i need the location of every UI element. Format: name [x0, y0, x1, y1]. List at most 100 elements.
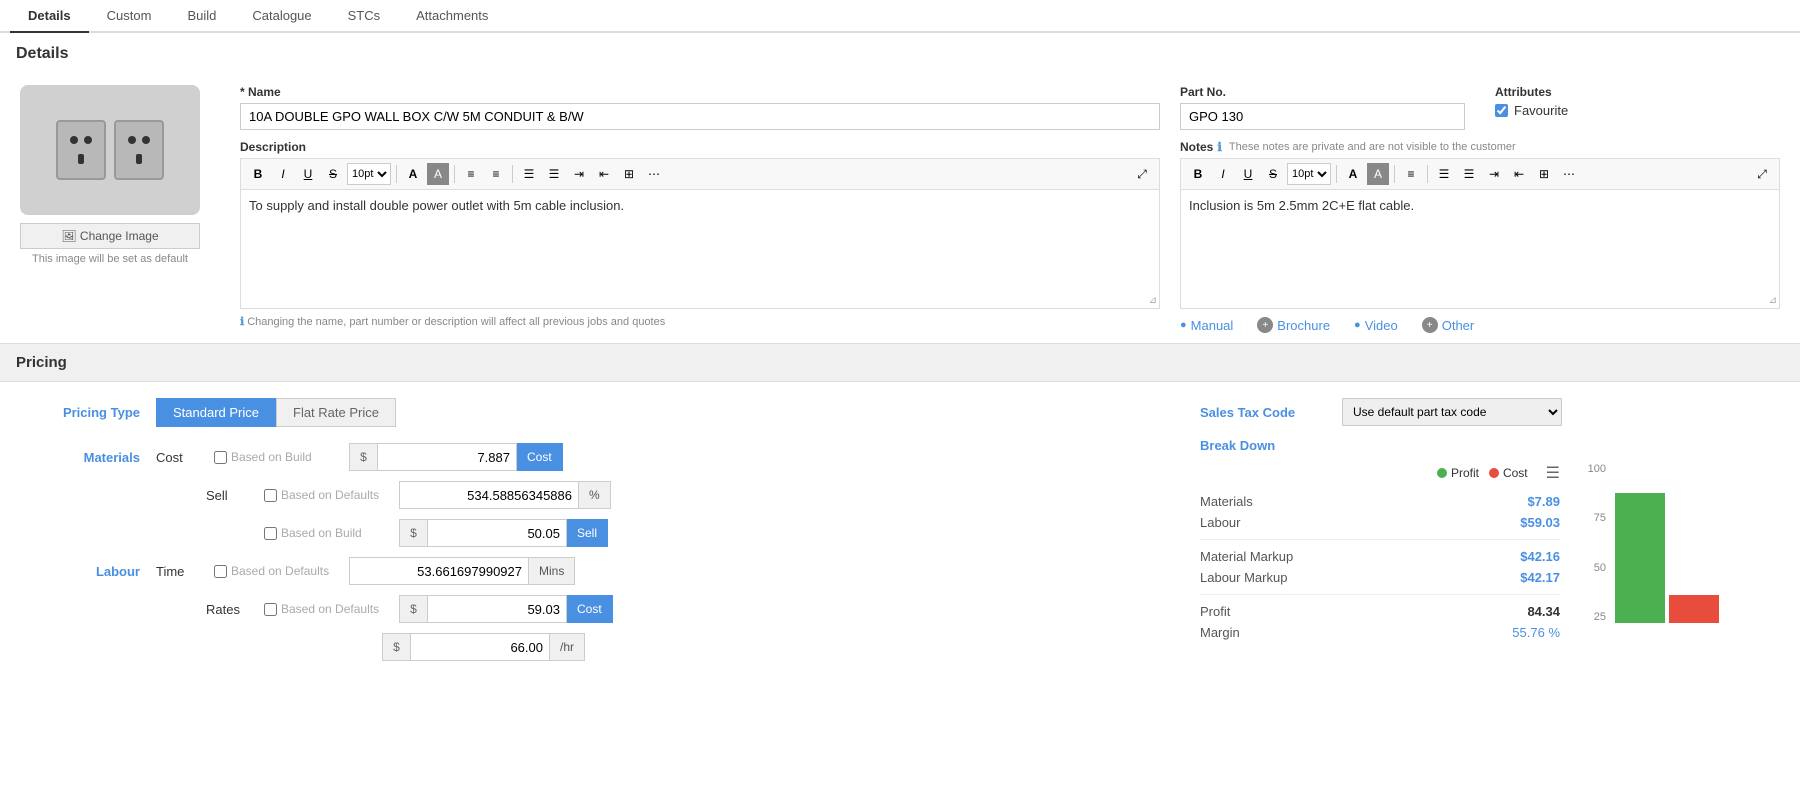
tab-attachments[interactable]: Attachments [398, 0, 506, 31]
time-value-input[interactable] [349, 557, 529, 585]
notes-indent-button[interactable]: ⇥ [1483, 163, 1505, 185]
breakdown-materials-row: Materials $7.89 [1200, 491, 1560, 512]
mins-button[interactable]: Mins [529, 557, 575, 585]
sell-based-on-defaults-checkbox[interactable] [264, 489, 277, 502]
underline-button[interactable]: U [297, 163, 319, 185]
notes-table-button[interactable]: ⊞ [1533, 163, 1555, 185]
strikethrough-button[interactable]: S [322, 163, 344, 185]
sell-button[interactable]: Sell [567, 519, 608, 547]
cost-based-on-build-checkbox[interactable] [214, 451, 227, 464]
notes-expand-button[interactable]: ⤢ [1751, 163, 1773, 185]
rates-dollar-prefix: $ [399, 595, 427, 623]
outdent-button[interactable]: ⇤ [593, 163, 615, 185]
tab-details[interactable]: Details [10, 0, 89, 33]
sell-value-input[interactable] [399, 481, 579, 509]
notes-resize-handle[interactable]: ⊿ [1769, 295, 1777, 306]
description-editor[interactable]: To supply and install double power outle… [240, 189, 1160, 309]
tab-catalogue[interactable]: Catalogue [234, 0, 329, 31]
notes-font-color-button[interactable]: A [1342, 163, 1364, 185]
notes-font-size-select[interactable]: 10pt [1287, 163, 1331, 185]
other-link-text[interactable]: Other [1442, 318, 1475, 333]
part-no-input[interactable] [1180, 103, 1465, 130]
tab-custom[interactable]: Custom [89, 0, 170, 31]
cost-dollar-prefix: $ [349, 443, 377, 471]
time-based-on-defaults-checkbox[interactable] [214, 565, 227, 578]
notes-strikethrough-button[interactable]: S [1262, 163, 1284, 185]
notes-bg-color-button[interactable]: A [1367, 163, 1389, 185]
notes-align-button[interactable]: ≡ [1400, 163, 1422, 185]
indent-button[interactable]: ⇥ [568, 163, 590, 185]
brochure-link[interactable]: + Brochure [1257, 317, 1330, 333]
profit-legend-dot [1437, 468, 1447, 478]
video-link-text[interactable]: Video [1365, 318, 1398, 333]
rates-value-input[interactable] [427, 595, 567, 623]
chart-container: 100 75 50 25 [1580, 463, 1780, 623]
notes-toolbar: B I U S 10pt A A ≡ ☰ ☰ ⇥ ⇤ ⊞ ⋯ ⤢ [1180, 158, 1780, 189]
notes-outdent-button[interactable]: ⇤ [1508, 163, 1530, 185]
flat-rate-price-button[interactable]: Flat Rate Price [276, 398, 396, 427]
breakdown-label: Break Down [1200, 438, 1780, 453]
video-link[interactable]: ● Video [1354, 318, 1398, 333]
tab-stcs[interactable]: STCs [330, 0, 399, 31]
notes-editor[interactable]: Inclusion is 5m 2.5mm 2C+E flat cable. ⊿ [1180, 189, 1780, 309]
pricing-type-label: Pricing Type [20, 405, 140, 420]
ol-button[interactable]: ☰ [543, 163, 565, 185]
font-color-button[interactable]: A [402, 163, 424, 185]
breakdown-table: Profit Cost ☰ Materials $7.89 Labour $59… [1200, 463, 1560, 643]
notes-more-button[interactable]: ⋯ [1558, 163, 1580, 185]
sell-suffix-button[interactable]: % [579, 481, 611, 509]
tab-build[interactable]: Build [169, 0, 234, 31]
table-button[interactable]: ⊞ [618, 163, 640, 185]
bold-button[interactable]: B [247, 163, 269, 185]
bg-color-button[interactable]: A [427, 163, 449, 185]
brochure-link-text[interactable]: Brochure [1277, 318, 1330, 333]
expand-button[interactable]: ⤢ [1131, 163, 1153, 185]
breakdown-menu-icon[interactable]: ☰ [1546, 463, 1560, 483]
attributes-section: Attributes Favourite [1495, 85, 1780, 130]
standard-price-button[interactable]: Standard Price [156, 398, 276, 427]
materials-cost-row: Materials Cost Based on Build $ Cost [20, 443, 1160, 471]
notes-bold-button[interactable]: B [1187, 163, 1209, 185]
rates-based-on-text: Based on Defaults [281, 602, 391, 616]
pricing-content: Pricing Type Standard Price Flat Rate Pr… [0, 382, 1800, 687]
sales-tax-select[interactable]: Use default part tax code [1342, 398, 1562, 426]
profit-legend: Profit [1437, 466, 1479, 480]
description-text: To supply and install double power outle… [249, 198, 1151, 213]
notes-ul-button[interactable]: ☰ [1433, 163, 1455, 185]
more-button[interactable]: ⋯ [643, 163, 665, 185]
time-based-on-text: Based on Defaults [231, 564, 341, 578]
image-default-note: This image will be set as default [20, 253, 200, 265]
rates-cost-button[interactable]: Cost [567, 595, 613, 623]
favourite-checkbox[interactable] [1495, 104, 1508, 117]
ul-button[interactable]: ☰ [518, 163, 540, 185]
cost-value-input[interactable] [377, 443, 517, 471]
rates-hr-value-input[interactable] [410, 633, 550, 661]
notes-italic-button[interactable]: I [1212, 163, 1234, 185]
other-link[interactable]: + Other [1422, 317, 1475, 333]
breakdown-materials-value: $7.89 [1527, 494, 1560, 509]
cost-button[interactable]: Cost [517, 443, 563, 471]
change-image-button[interactable]: 🖼 Change Image [20, 223, 200, 249]
notes-underline-button[interactable]: U [1237, 163, 1259, 185]
brochure-add-icon[interactable]: + [1257, 317, 1273, 333]
chart-label-50: 50 [1580, 562, 1606, 574]
other-add-icon[interactable]: + [1422, 317, 1438, 333]
profit-bar [1615, 493, 1665, 623]
name-input[interactable] [240, 103, 1160, 130]
notes-ol-button[interactable]: ☰ [1458, 163, 1480, 185]
socket-earth [78, 154, 84, 164]
font-size-select[interactable]: 10pt [347, 163, 391, 185]
manual-link-text[interactable]: Manual [1191, 318, 1234, 333]
align-button[interactable]: ≡ [460, 163, 482, 185]
manual-link[interactable]: ● Manual [1180, 318, 1233, 333]
sell-build-checkbox[interactable] [264, 527, 277, 540]
hr-button[interactable]: /hr [550, 633, 585, 661]
align-right-button[interactable]: ≡ [485, 163, 507, 185]
italic-button[interactable]: I [272, 163, 294, 185]
attributes-label: Attributes [1495, 85, 1780, 99]
resize-handle[interactable]: ⊿ [1149, 295, 1157, 306]
rates-based-on-defaults-checkbox[interactable] [264, 603, 277, 616]
sell-build-value-input[interactable] [427, 519, 567, 547]
labour-rates-row: Rates Based on Defaults $ Cost [206, 595, 1160, 623]
cost-legend-text: Cost [1503, 466, 1528, 480]
